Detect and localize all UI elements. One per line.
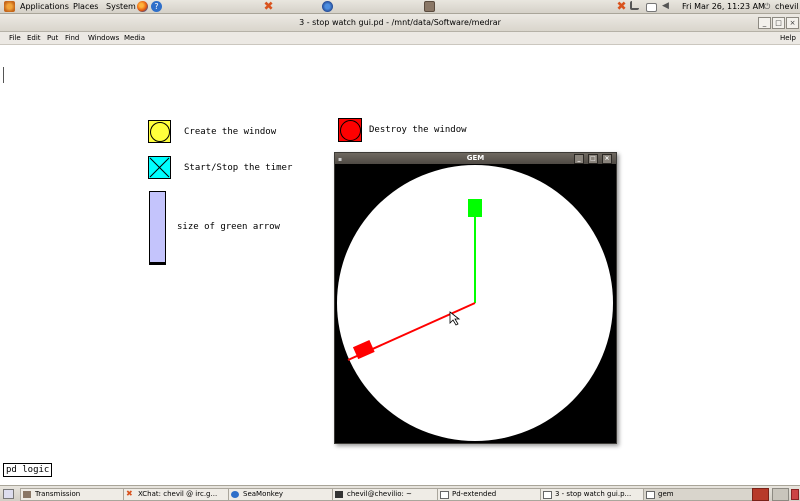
menu-places[interactable]: Places: [73, 0, 98, 13]
seamonkey-icon: [231, 491, 239, 498]
gem-maximize-button[interactable]: □: [588, 154, 598, 164]
start-stop-label: Start/Stop the timer: [184, 163, 293, 173]
workspace-switcher[interactable]: [772, 488, 789, 501]
taskbar: Transmission ✖ XChat: chevil @ irc.g... …: [0, 485, 800, 501]
task-stopwatch-patch[interactable]: 3 - stop watch gui.p...: [540, 488, 654, 501]
user-name[interactable]: chevil: [775, 0, 799, 13]
menu-put[interactable]: Put: [47, 32, 58, 44]
gem-titlebar[interactable]: ▪ GEM _ □ ×: [335, 153, 616, 164]
task-terminal[interactable]: chevil@chevilio: ~: [332, 488, 448, 501]
menu-find[interactable]: Find: [65, 32, 79, 44]
task-label: Transmission: [35, 490, 81, 498]
task-transmission[interactable]: Transmission: [20, 488, 134, 501]
transmission-icon: [23, 491, 31, 498]
task-seamonkey[interactable]: SeaMonkey: [228, 488, 344, 501]
seamonkey-icon[interactable]: [322, 1, 333, 12]
window-icon: [440, 491, 449, 499]
task-label: Pd-extended: [452, 490, 497, 498]
task-label: gem: [658, 490, 674, 498]
gem-title: GEM: [466, 154, 485, 162]
xchat-tray-icon[interactable]: ✖: [616, 0, 627, 12]
close-button[interactable]: ×: [786, 17, 799, 29]
gem-close-button[interactable]: ×: [602, 154, 612, 164]
bang-circle: [150, 122, 170, 142]
toggle-x-icon: [149, 157, 170, 178]
menu-file[interactable]: File: [9, 32, 21, 44]
mail-icon[interactable]: [646, 3, 657, 12]
top-panel: Applications Places System ? ✖ ✖ ◀ Fri M…: [0, 0, 800, 14]
text-cursor: [3, 67, 4, 83]
bang-circle: [340, 120, 361, 141]
slider-handle[interactable]: [150, 262, 165, 264]
transmission-icon[interactable]: [424, 1, 435, 12]
pd-menubar: File Edit Put Find Windows Media Help: [0, 32, 800, 45]
gem-minimize-button[interactable]: _: [574, 154, 584, 164]
window-icon: [646, 491, 655, 499]
arrow-size-slider[interactable]: [149, 191, 166, 265]
task-label: 3 - stop watch gui.p...: [555, 490, 632, 498]
pd-window-titlebar[interactable]: 3 - stop watch gui.pd - /mnt/data/Softwa…: [0, 14, 800, 32]
menu-edit[interactable]: Edit: [27, 32, 41, 44]
maximize-button[interactable]: □: [772, 17, 785, 29]
power-icon[interactable]: ⏻: [764, 0, 770, 13]
show-desktop-icon[interactable]: [3, 489, 14, 499]
gnome-foot-icon[interactable]: [4, 1, 15, 12]
network-icon[interactable]: [630, 1, 639, 10]
menu-applications[interactable]: Applications: [20, 0, 69, 13]
destroy-window-bang[interactable]: [338, 118, 362, 142]
workspace-switcher-active[interactable]: [752, 488, 769, 501]
task-xchat[interactable]: ✖ XChat: chevil @ irc.g...: [123, 488, 239, 501]
green-hand-tip: [468, 199, 482, 217]
gem-render-area[interactable]: [336, 165, 615, 442]
subpatch-label: pd logic: [6, 465, 50, 475]
menu-windows[interactable]: Windows: [88, 32, 119, 44]
trash-icon[interactable]: [791, 489, 799, 500]
volume-icon[interactable]: ◀: [662, 1, 673, 12]
arrow-size-label: size of green arrow: [177, 222, 280, 232]
task-label: SeaMonkey: [243, 490, 284, 498]
xchat-icon: ✖: [126, 489, 133, 498]
task-pd-extended[interactable]: Pd-extended: [437, 488, 551, 501]
task-label: XChat: chevil @ irc.g...: [138, 490, 218, 498]
create-window-label: Create the window: [184, 127, 277, 137]
clock[interactable]: Fri Mar 26, 11:23 AM: [682, 0, 765, 13]
menu-help[interactable]: Help: [780, 32, 796, 44]
firefox-icon[interactable]: [137, 1, 148, 12]
minimize-button[interactable]: _: [758, 17, 771, 29]
window-icon: [543, 491, 552, 499]
menu-system[interactable]: System: [106, 0, 136, 13]
task-gem[interactable]: gem: [643, 488, 757, 501]
start-stop-toggle[interactable]: [148, 156, 171, 179]
terminal-icon: [335, 491, 343, 498]
pd-logic-subpatch[interactable]: pd logic: [3, 463, 53, 477]
task-label: chevil@chevilio: ~: [347, 490, 412, 498]
menu-media[interactable]: Media: [124, 32, 145, 44]
destroy-window-label: Destroy the window: [369, 125, 467, 135]
help-icon[interactable]: ?: [151, 1, 162, 12]
pd-window-title: 3 - stop watch gui.pd - /mnt/data/Softwa…: [299, 18, 501, 27]
window-menu-icon[interactable]: ▪: [338, 154, 342, 165]
gem-window[interactable]: ▪ GEM _ □ ×: [334, 152, 617, 444]
xchat-icon[interactable]: ✖: [263, 0, 274, 12]
create-window-bang[interactable]: [148, 120, 171, 143]
